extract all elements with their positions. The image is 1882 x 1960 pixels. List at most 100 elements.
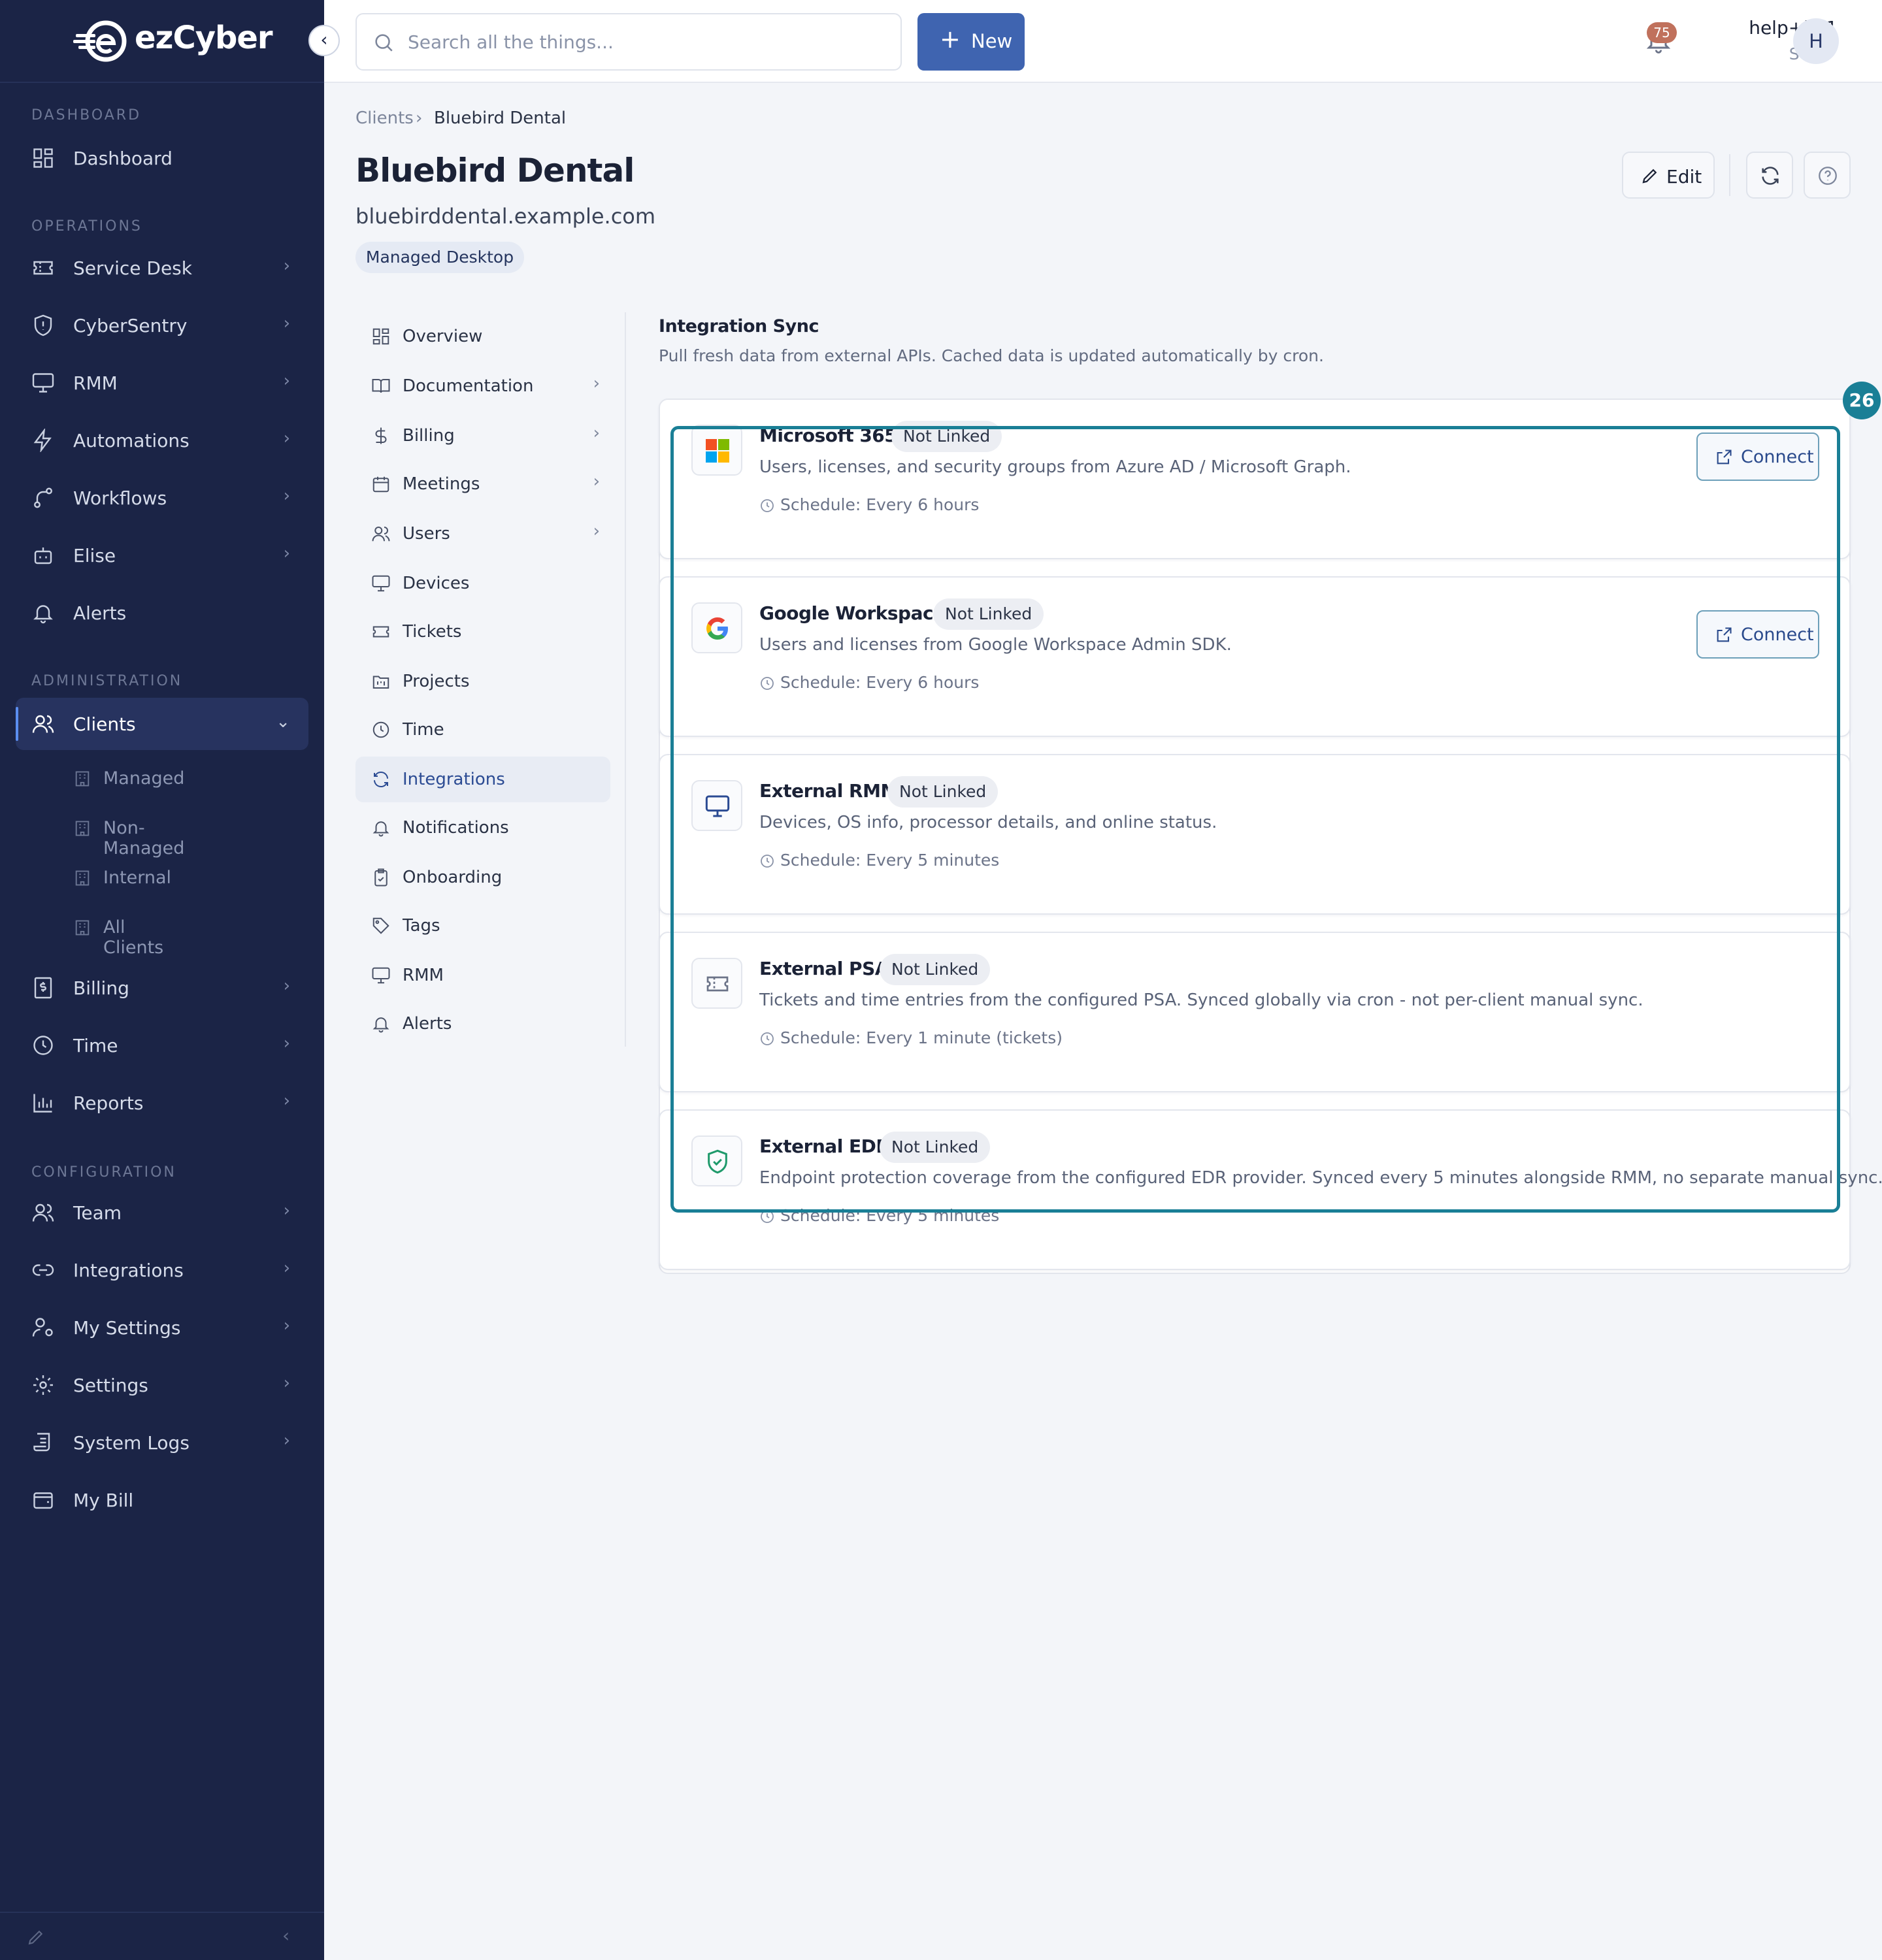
integration-icon-box xyxy=(691,602,742,653)
tab-time[interactable]: Time xyxy=(355,707,610,753)
schedule-text: Schedule: Every 5 minutes xyxy=(780,851,1000,870)
monitor-icon xyxy=(705,795,730,817)
sidebar-item-billing[interactable]: Billing › xyxy=(16,962,308,1014)
chevron-right-icon: › xyxy=(283,1373,290,1393)
avatar[interactable]: H xyxy=(1793,18,1839,64)
connect-button[interactable]: Connect xyxy=(1696,433,1819,481)
refresh-button[interactable] xyxy=(1746,152,1793,199)
sidebar-item-rmm[interactable]: RMM › xyxy=(16,357,308,409)
tab-label: Billing xyxy=(403,426,455,446)
collapse-sidebar-button[interactable]: ‹ xyxy=(308,25,340,56)
chevron-right-icon: › xyxy=(283,1091,290,1111)
tab-users[interactable]: Users › xyxy=(355,511,610,557)
sidebar-item-settings[interactable]: Settings › xyxy=(16,1359,308,1411)
integration-card-external-rmm: External RMM Not Linked Devices, OS info… xyxy=(659,754,1851,915)
sidebar-item-reports[interactable]: Reports › xyxy=(16,1077,308,1129)
chevron-right-icon: › xyxy=(283,976,290,996)
tab-meetings[interactable]: Meetings › xyxy=(355,461,610,507)
bell-icon xyxy=(33,605,53,624)
tab-integrations[interactable]: Integrations xyxy=(355,757,610,802)
logo-text: ezCyber xyxy=(135,20,273,56)
chevron-right-icon: › xyxy=(283,1201,290,1220)
sidebar-item-integrations[interactable]: Integrations › xyxy=(16,1244,308,1296)
tab-tickets[interactable]: Tickets xyxy=(355,609,610,655)
sidebar-item-clients[interactable]: Clients ⌄ xyxy=(16,698,308,750)
calendar-icon xyxy=(372,476,389,493)
chevron-right-icon: › xyxy=(283,371,290,391)
tab-devices[interactable]: Devices xyxy=(355,561,610,606)
sidebar-item-cybersentry[interactable]: CyberSentry › xyxy=(16,299,308,351)
shield-icon xyxy=(34,314,52,336)
section-label-dashboard: DASHBOARD xyxy=(31,107,142,123)
integration-description: Users and licenses from Google Workspace… xyxy=(759,635,1232,655)
tab-tags[interactable]: Tags xyxy=(355,903,610,949)
plus-icon: + xyxy=(940,25,961,54)
microsoft-icon xyxy=(706,439,729,463)
pencil-icon[interactable] xyxy=(26,1927,46,1947)
tab-rmm[interactable]: RMM xyxy=(355,953,610,998)
chevron-right-icon: › xyxy=(283,1258,290,1278)
tab-label: Tickets xyxy=(403,622,462,642)
chevron-right-icon: › xyxy=(283,429,290,448)
ticket-icon xyxy=(33,261,53,275)
breadcrumb-clients[interactable]: Clients xyxy=(355,108,414,128)
building-icon xyxy=(75,870,90,886)
new-button[interactable]: + New xyxy=(917,13,1025,71)
sidebar-item-label: Time xyxy=(73,1035,118,1056)
tab-label: Documentation xyxy=(403,376,534,396)
sidebar-item-time[interactable]: Time › xyxy=(16,1019,308,1071)
sidebar-item-my-settings[interactable]: My Settings › xyxy=(16,1301,308,1354)
logo[interactable]: ezCyber xyxy=(0,0,324,83)
sidebar-item-automations[interactable]: Automations › xyxy=(16,414,308,466)
integration-icon-box xyxy=(691,1135,742,1186)
chevron-right-icon: › xyxy=(283,1034,290,1053)
tab-documentation[interactable]: Documentation › xyxy=(355,363,610,409)
help-button[interactable] xyxy=(1804,152,1851,199)
help-circle-icon xyxy=(1819,167,1837,185)
tab-onboarding[interactable]: Onboarding xyxy=(355,855,610,900)
tab-overview[interactable]: Overview xyxy=(355,314,610,359)
sidebar-item-workflows[interactable]: Workflows › xyxy=(16,472,308,524)
chevron-right-icon: › xyxy=(593,472,600,491)
highlight-badge: 26 xyxy=(1843,382,1881,419)
new-button-label: New xyxy=(971,30,1013,52)
tab-label: Tags xyxy=(403,916,440,936)
sidebar-item-team[interactable]: Team › xyxy=(16,1186,308,1239)
clock-icon xyxy=(372,721,389,738)
tab-label: Integrations xyxy=(403,770,505,789)
tab-notifications[interactable]: Notifications xyxy=(355,805,610,851)
integration-description: Tickets and time entries from the config… xyxy=(759,990,1643,1010)
sidebar-item-my-bill[interactable]: My Bill xyxy=(16,1474,308,1526)
external-link-icon xyxy=(1717,449,1732,465)
sidebar-item-dashboard[interactable]: Dashboard xyxy=(16,132,308,184)
sidebar-item-service-desk[interactable]: Service Desk › xyxy=(16,242,308,294)
tab-label: Projects xyxy=(403,672,470,691)
user-cog-icon xyxy=(32,1318,53,1337)
integration-card-microsoft-365: Microsoft 365 Not Linked Users, licenses… xyxy=(659,399,1851,559)
connect-button[interactable]: Connect xyxy=(1696,610,1819,659)
subnav-divider xyxy=(625,312,626,1047)
users-icon xyxy=(372,527,390,542)
tab-alerts[interactable]: Alerts xyxy=(355,1001,610,1047)
search-input[interactable]: Search all the things... xyxy=(355,13,902,71)
collapse-sidebar-icon[interactable]: ‹ xyxy=(282,1925,289,1946)
bar-chart-icon xyxy=(33,1094,52,1113)
tab-projects[interactable]: Projects xyxy=(355,659,610,704)
sidebar-item-system-logs[interactable]: System Logs › xyxy=(16,1416,308,1469)
sidebar-subitem-label: Internal xyxy=(103,868,172,888)
chevron-right-icon: › xyxy=(593,423,600,443)
monitor-cog-icon xyxy=(372,967,390,984)
shield-check-icon xyxy=(708,1149,727,1174)
sidebar-item-alerts[interactable]: Alerts xyxy=(16,587,308,639)
clipboard-check-icon xyxy=(374,868,388,887)
tab-billing[interactable]: Billing › xyxy=(355,413,610,459)
edit-button[interactable]: Edit xyxy=(1622,152,1715,199)
integration-icon-box xyxy=(691,780,742,831)
integration-card-google-workspace: Google Workspace Not Linked Users and li… xyxy=(659,576,1851,737)
sidebar-item-elise[interactable]: Elise › xyxy=(16,529,308,581)
tab-label: RMM xyxy=(403,966,444,985)
dollar-icon xyxy=(375,427,387,444)
bell-icon xyxy=(372,821,389,837)
status-badge: Not Linked xyxy=(880,954,991,985)
search-icon xyxy=(375,34,393,52)
